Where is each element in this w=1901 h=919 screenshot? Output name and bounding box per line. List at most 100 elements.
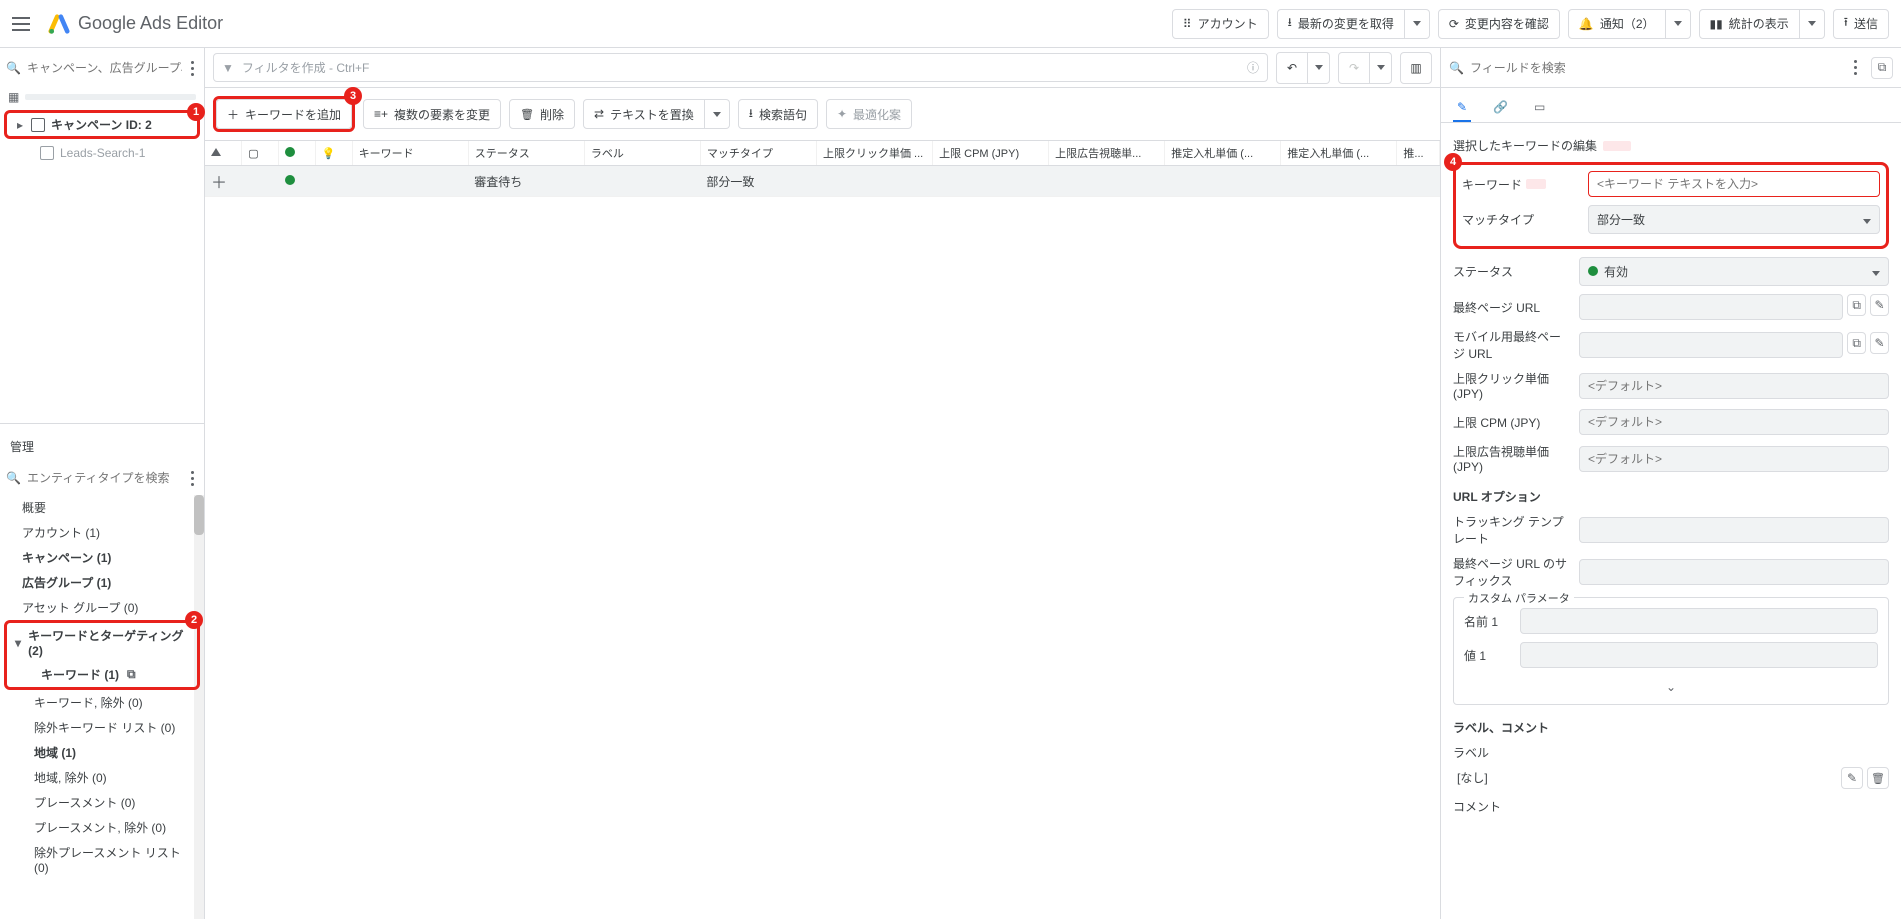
expand-params-button[interactable]: ⌄ xyxy=(1464,676,1878,698)
status-select[interactable]: 有効 xyxy=(1579,257,1889,286)
matchtype-select[interactable]: 部分一致 xyxy=(1588,205,1880,234)
nav-account[interactable]: アカウント (1) xyxy=(0,520,204,545)
account-button[interactable]: ⠿アカウント xyxy=(1172,9,1269,39)
col-maxcpv[interactable]: 上限広告視聴単... xyxy=(1049,141,1165,166)
popout-panel-icon[interactable] xyxy=(1871,57,1893,79)
undo-button[interactable]: ↶ xyxy=(1276,52,1308,84)
check-changes-button[interactable]: ⟳変更内容を確認 xyxy=(1438,9,1560,39)
get-changes-caret[interactable] xyxy=(1405,9,1430,39)
redo-caret[interactable] xyxy=(1370,52,1392,84)
edit-labels-button[interactable] xyxy=(1841,767,1863,789)
col-more[interactable]: 推... xyxy=(1397,141,1440,166)
nav-placements-neg[interactable]: プレースメント, 除外 (0) xyxy=(0,815,204,840)
field-search-input[interactable] xyxy=(1470,61,1839,75)
nav-neg-keyword-list[interactable]: 除外キーワード リスト (0) xyxy=(0,715,204,740)
campaign-search-input[interactable] xyxy=(27,61,182,75)
optimize-button[interactable]: ✦最適化案 xyxy=(826,99,912,129)
col-estbid1[interactable]: 推定入札単価 (... xyxy=(1165,141,1281,166)
help-icon[interactable]: ⓘ xyxy=(1247,59,1259,76)
stats-caret[interactable] xyxy=(1800,9,1825,39)
entity-search-more-icon[interactable] xyxy=(188,468,198,488)
stats-button[interactable]: ▮▮統計の表示 xyxy=(1699,9,1800,39)
edit-url-icon[interactable] xyxy=(1870,332,1889,354)
keyword-input[interactable] xyxy=(1588,171,1880,197)
get-changes-button[interactable]: ⭳最新の変更を取得 xyxy=(1277,9,1405,39)
param-name1-input[interactable] xyxy=(1520,608,1878,634)
col-status-dot[interactable] xyxy=(279,141,316,166)
tab-labels[interactable] xyxy=(1530,94,1549,122)
add-keyword-button[interactable]: ＋キーワードを追加 xyxy=(216,99,352,129)
nav-neg-placement-list[interactable]: 除外プレースメント リスト (0) xyxy=(0,840,204,879)
col-insight[interactable]: 💡 xyxy=(315,141,352,166)
popout-icon[interactable] xyxy=(127,667,136,682)
entity-search-input[interactable] xyxy=(27,471,182,485)
table-header: ▢ 💡 キーワード ステータス ラベル マッチタイプ 上限クリック単価 ... … xyxy=(205,141,1440,166)
maxcpv-input[interactable] xyxy=(1579,446,1889,472)
nav-keywords[interactable]: キーワード (1) xyxy=(7,662,197,687)
bell-icon: 🔔 xyxy=(1579,17,1594,31)
replace-text-button[interactable]: ⇄テキストを置換 xyxy=(583,99,705,129)
hamburger-menu-icon[interactable] xyxy=(12,12,36,36)
campaign-searchbar: 🔍 xyxy=(0,48,204,88)
col-status[interactable]: ステータス xyxy=(468,141,584,166)
edit-url-icon[interactable] xyxy=(1870,294,1889,316)
send-button[interactable]: ⭱送信 xyxy=(1833,9,1889,39)
notifications-caret[interactable] xyxy=(1666,9,1691,39)
col-label[interactable]: ラベル xyxy=(584,141,700,166)
nav-campaigns[interactable]: キャンペーン (1) xyxy=(0,545,204,570)
expand-icon[interactable] xyxy=(1847,332,1866,354)
col-matchtype[interactable]: マッチタイプ xyxy=(700,141,816,166)
tree-controls: ▦ xyxy=(0,88,204,110)
nav-assetgroups[interactable]: アセット グループ (0) xyxy=(0,595,204,620)
campaign-child-item[interactable]: Leads-Search-1 xyxy=(0,143,204,163)
redo-button[interactable]: ↷ xyxy=(1338,52,1370,84)
maxcpc-input[interactable] xyxy=(1579,373,1889,399)
nav-overview[interactable]: 概要 xyxy=(0,495,204,520)
columns-button[interactable]: ▥ xyxy=(1400,52,1432,84)
maxcpm-input[interactable] xyxy=(1579,409,1889,435)
title-redacted xyxy=(1603,141,1631,151)
tab-edit[interactable] xyxy=(1453,94,1471,122)
tracking-template-input[interactable] xyxy=(1579,517,1889,543)
top-bar: Google Ads Editor ⠿アカウント ⭳最新の変更を取得 ⟳変更内容… xyxy=(0,0,1901,48)
get-changes-split: ⭳最新の変更を取得 xyxy=(1277,9,1430,39)
final-url-suffix-input[interactable] xyxy=(1579,559,1889,585)
annotation-badge-1: 1 xyxy=(187,103,205,121)
tab-links[interactable] xyxy=(1489,94,1512,122)
col-comment[interactable]: ▢ xyxy=(242,141,279,166)
filter-input-wrap[interactable]: ▼ フィルタを作成 - Ctrl+F ⓘ xyxy=(213,53,1268,82)
delta-icon xyxy=(211,148,221,156)
delete-button[interactable]: 削除 xyxy=(509,99,575,129)
delete-labels-button[interactable] xyxy=(1867,767,1889,789)
replace-text-caret[interactable] xyxy=(705,99,730,129)
undo-caret[interactable] xyxy=(1308,52,1330,84)
col-maxcpc[interactable]: 上限クリック単価 ... xyxy=(817,141,933,166)
mobile-url-label: モバイル用最終ページ URL xyxy=(1453,328,1571,362)
tree-grid-icon[interactable]: ▦ xyxy=(8,90,19,104)
replace-text-split: ⇄テキストを置換 xyxy=(583,99,730,129)
multi-edit-button[interactable]: ≡+複数の要素を変更 xyxy=(363,99,501,129)
col-delta[interactable] xyxy=(205,141,242,166)
col-keyword[interactable]: キーワード xyxy=(352,141,468,166)
nav-adgroups[interactable]: 広告グループ (1) xyxy=(0,570,204,595)
right-search-more-icon[interactable] xyxy=(1845,58,1865,78)
chevron-down-icon xyxy=(1863,213,1871,227)
notifications-button[interactable]: 🔔通知（2） xyxy=(1568,9,1666,39)
nav-locations[interactable]: 地域 (1) xyxy=(0,740,204,765)
scrollbar[interactable] xyxy=(194,495,204,919)
nav-kw-targeting[interactable]: ▾キーワードとターゲティング (2) xyxy=(7,623,197,662)
col-maxcpm[interactable]: 上限 CPM (JPY) xyxy=(933,141,1049,166)
mobile-url-input[interactable] xyxy=(1579,332,1843,358)
campaign-tree-item[interactable]: ▸ キャンペーン ID: 2 xyxy=(7,113,197,136)
search-terms-button[interactable]: ⭳検索語句 xyxy=(738,99,818,129)
expand-icon[interactable] xyxy=(1847,294,1866,316)
final-url-label: 最終ページ URL xyxy=(1453,299,1571,316)
col-estbid2[interactable]: 推定入札単価 (... xyxy=(1281,141,1397,166)
campaign-search-more-icon[interactable] xyxy=(188,58,198,78)
param-value1-input[interactable] xyxy=(1520,642,1878,668)
nav-placements[interactable]: プレースメント (0) xyxy=(0,790,204,815)
table-row[interactable]: ＋ 審査待ち 部分一致 xyxy=(205,166,1440,197)
nav-locations-neg[interactable]: 地域, 除外 (0) xyxy=(0,765,204,790)
final-url-input[interactable] xyxy=(1579,294,1843,320)
nav-neg-keywords[interactable]: キーワード, 除外 (0) xyxy=(0,690,204,715)
